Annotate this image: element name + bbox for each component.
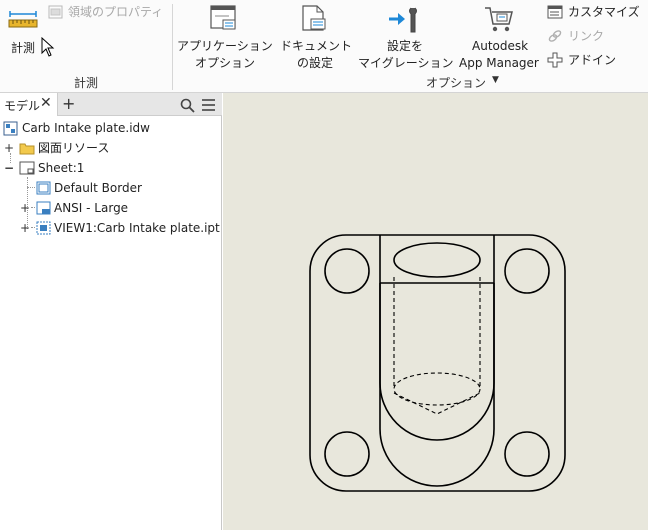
options-group-launcher[interactable]: オプション ▼ [426,74,506,90]
ribbon: 計測 領域のプロパティ 計測 アプリケーション オプション ドキュメント の設定… [0,0,648,93]
drill-point-hidden [393,392,481,415]
region-properties-label: 領域のプロパティ [68,5,164,19]
bolt-hole-top-right [504,248,550,294]
bore-bottom-ellipse [393,372,481,406]
drawing-view-geometry[interactable] [223,93,648,530]
document-settings-icon [302,5,326,31]
close-icon[interactable]: ✕ [40,95,52,111]
add-tab-icon[interactable]: + [62,94,75,113]
expand-icon[interactable]: + [4,140,14,156]
bolt-hole-top-left [324,248,370,294]
link-button[interactable]: リンク [546,27,646,45]
migrate-settings-label-line1: 設定を [387,39,424,53]
application-options-label-line2: オプション [195,56,256,70]
drawing-canvas[interactable] [223,93,648,530]
region-properties-button[interactable]: 領域のプロパティ [46,3,168,21]
tree-item-view-label: VIEW1:Carb Intake plate.ipt [54,221,220,235]
measure-button[interactable]: 計測 [4,4,42,60]
app-manager-label-line1: Autodesk [472,39,529,53]
plate-outline [309,234,566,492]
expand-icon[interactable]: + [20,200,30,216]
document-settings-label-line2: の設定 [297,56,334,70]
tree-item-root-label: Carb Intake plate.idw [22,121,150,135]
center-boss-outline [379,235,495,487]
customize-icon [547,5,563,19]
tab-model-label: モデル [4,99,41,113]
addin-icon [547,52,563,68]
border-icon [36,181,51,195]
options-group-label: オプション [426,76,487,90]
drawing-document-icon [3,121,18,136]
expand-icon[interactable]: + [20,220,30,236]
application-options-label-line1: アプリケーション [177,39,273,53]
application-options-button[interactable]: アプリケーション オプション [175,3,275,73]
bolt-hole-bottom-left [324,431,370,477]
migrate-settings-button[interactable]: 設定を マイグレーション [357,3,457,73]
app-manager-button[interactable]: Autodesk App Manager [459,3,543,73]
ruler-icon [8,11,38,28]
tab-model[interactable]: モデル ✕ [0,93,58,116]
bolt-hole-bottom-right [504,431,550,477]
document-settings-button[interactable]: ドキュメント の設定 [279,3,353,73]
tree-guide-line [31,207,35,208]
document-settings-label-line1: ドキュメント [280,39,353,53]
migrate-settings-icon [389,7,417,33]
tree-guide-line [27,187,35,188]
addin-label: アドイン [568,53,617,67]
title-block-icon [36,201,51,215]
search-icon[interactable] [180,98,195,113]
tree-item-drawing-resources-label: 図面リソース [38,141,110,155]
app-manager-label-line2: App Manager [459,56,539,70]
sheet-icon [19,161,35,175]
measure-label: 計測 [11,41,36,55]
measure-group-label: 計測 [74,76,99,90]
mouse-cursor-icon [41,37,55,57]
customize-button[interactable]: カスタマイズ [546,3,646,21]
region-properties-icon [48,5,63,19]
tree-item-sheet-label: Sheet:1 [38,161,85,175]
drawing-view-icon [36,221,51,235]
link-label: リンク [568,29,605,43]
addin-button[interactable]: アドイン [546,51,646,69]
center-slot-outline [379,282,495,441]
migrate-settings-label-line2: マイグレーション [358,56,454,70]
bore-top-ellipse [393,242,481,278]
application-options-icon [210,5,236,30]
options-dropdown-icon: ▼ [492,75,499,85]
customize-label: カスタマイズ [568,5,640,19]
model-browser: モデル ✕ + Carb Intake plate.idw + 図面リソース −… [0,93,222,530]
tree-guide-line [31,227,35,228]
tree-item-default-border-label: Default Border [54,181,142,195]
browser-tab-bar: モデル ✕ + [0,93,222,116]
tree-item-title-block-label: ANSI - Large [54,201,129,215]
hamburger-menu-icon[interactable] [201,98,216,112]
link-icon [548,30,562,42]
panel-divider [172,4,173,90]
app-manager-cart-icon [485,7,513,32]
collapse-icon[interactable]: − [4,160,14,176]
folder-icon [19,143,35,155]
